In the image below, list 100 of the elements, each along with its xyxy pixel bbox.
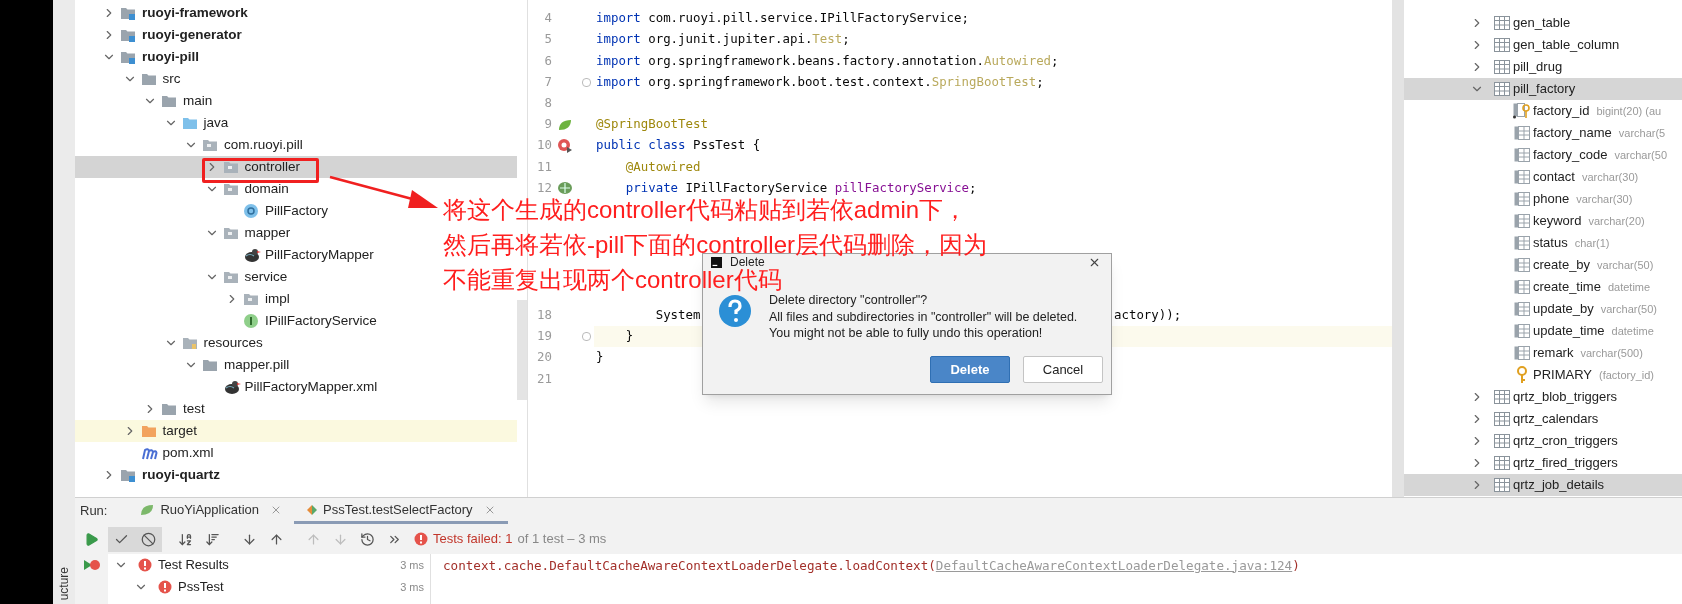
db-tree-item[interactable]: factory_name varchar(5 [1404, 122, 1682, 144]
column-icon [1513, 258, 1530, 272]
test-icon [306, 503, 318, 516]
close-icon[interactable] [1088, 256, 1101, 269]
db-tree-item[interactable]: gen_table_column [1404, 34, 1682, 56]
table-icon [1493, 82, 1510, 96]
tree-item[interactable]: IPillFactoryService [225, 310, 377, 332]
db-tree-item[interactable]: pill_factory [1404, 78, 1682, 100]
tree-item[interactable]: service [204, 266, 288, 288]
code-fragment: actory)); [1114, 305, 1182, 324]
tree-item[interactable]: main [143, 90, 213, 112]
db-tree-item[interactable]: create_by varchar(50) [1404, 254, 1682, 276]
fold-marker[interactable] [581, 77, 591, 87]
column-type: varchar(30) [1581, 169, 1639, 185]
class-icon [243, 203, 259, 219]
tree-item[interactable]: java [163, 112, 229, 134]
bird-icon [243, 247, 261, 263]
tree-item[interactable]: target [122, 420, 198, 442]
tree-item[interactable]: PillFactory [225, 200, 328, 222]
column-icon [1513, 302, 1530, 316]
dialog-title: Delete [730, 257, 765, 268]
column-type: varchar(5 [1618, 125, 1666, 141]
bean-icon[interactable] [557, 181, 573, 196]
tree-item[interactable]: mapper.pill [184, 354, 290, 376]
db-tree-item[interactable]: update_by varchar(50) [1404, 298, 1682, 320]
key-icon [1515, 366, 1528, 384]
run-error-icon[interactable] [557, 137, 573, 154]
column-icon [1513, 170, 1530, 184]
folder-icon [181, 336, 198, 350]
column-type: (factory_id) [1599, 367, 1655, 383]
ban-icon[interactable] [135, 526, 162, 552]
line-number: 18 [536, 305, 552, 324]
scrollbar[interactable] [517, 300, 527, 400]
tree-item[interactable]: ruoyi-quartz [102, 464, 220, 486]
tree-item[interactable]: test [143, 398, 205, 420]
cancel-button[interactable]: Cancel [1023, 356, 1103, 383]
db-tree-item[interactable]: qrtz_calendars [1404, 408, 1682, 430]
dialog-message: All files and subdirectories in "controller" will be deleted. [769, 308, 1078, 325]
maven-icon [140, 446, 159, 460]
db-tree-item[interactable]: PRIMARY (factory_id) [1404, 364, 1682, 386]
structure-tab[interactable]: ucture [55, 566, 73, 600]
db-tree-item[interactable]: contact varchar(30) [1404, 166, 1682, 188]
folder-icon [120, 50, 136, 64]
leaf-icon[interactable] [557, 117, 573, 132]
db-tree-item[interactable]: remark varchar(500) [1404, 342, 1682, 364]
table-icon [1493, 60, 1510, 74]
bird-icon [222, 379, 241, 395]
key-column-icon [1512, 103, 1531, 119]
db-tree-item[interactable]: keyword varchar(20) [1404, 210, 1682, 232]
tree-item[interactable]: pom.xml [122, 442, 214, 464]
db-tree-item[interactable]: update_time datetime [1404, 320, 1682, 342]
test-tree-item[interactable]: PssTest 3 ms [108, 576, 430, 598]
line-number: 12 [536, 178, 552, 197]
tree-item[interactable]: PillFactoryMapper [225, 244, 374, 266]
code-line: import org.junit.jupiter.api.Test; [595, 30, 851, 49]
db-tree-item[interactable]: qrtz_fired_triggers [1404, 452, 1682, 474]
column-icon [1513, 236, 1530, 250]
line-number: 7 [543, 72, 552, 91]
db-tree-item[interactable]: qrtz_job_details [1404, 474, 1682, 496]
column-type: varchar(50) [1600, 301, 1657, 317]
test-tree-item[interactable]: Test Results 3 ms [108, 554, 430, 576]
tree-item[interactable]: PillFactoryMapper.xml [204, 376, 378, 398]
db-tree-item[interactable]: pill_drug [1404, 56, 1682, 78]
db-tree-item[interactable]: gen_table [1404, 12, 1682, 34]
tree-item[interactable]: ruoyi-framework [102, 2, 248, 24]
db-tree-item[interactable]: qrtz_cron_triggers [1404, 430, 1682, 452]
db-tree-item[interactable]: phone varchar(30) [1404, 188, 1682, 210]
tree-item[interactable]: src [122, 68, 181, 90]
tree-item[interactable]: com.ruoyi.pill [184, 134, 303, 156]
db-tree-item[interactable]: status char(1) [1404, 232, 1682, 254]
db-tree-item[interactable]: qrtz_blob_triggers [1404, 386, 1682, 408]
folder-icon [120, 28, 136, 42]
run-tab[interactable]: PssTest.testSelectFactory [294, 498, 508, 524]
tree-item[interactable]: mapper [204, 222, 291, 244]
tree-item[interactable]: ruoyi-pill [102, 46, 199, 68]
column-icon [1513, 148, 1530, 162]
run-tab[interactable]: RuoYiApplication [127, 498, 294, 524]
tree-item[interactable]: domain [204, 178, 289, 200]
check-icon[interactable] [108, 526, 135, 552]
tree-item[interactable]: impl [225, 288, 290, 310]
db-tree-item[interactable]: factory_code varchar(50 [1404, 144, 1682, 166]
db-tree-item[interactable]: create_time datetime [1404, 276, 1682, 298]
tree-item[interactable]: resources [163, 332, 263, 354]
delete-button[interactable]: Delete [930, 356, 1010, 383]
run-icon[interactable] [84, 531, 99, 547]
fold-marker[interactable] [581, 331, 591, 341]
test-status: Tests failed: 1 [433, 530, 513, 549]
tree-item[interactable]: ruoyi-generator [102, 24, 242, 46]
table-icon [1493, 390, 1510, 404]
line-number: 9 [543, 115, 552, 134]
folder-icon [120, 468, 136, 482]
column-icon [1513, 192, 1530, 206]
table-icon [1493, 434, 1510, 448]
db-tree-item[interactable]: factory_id bigint(20) (au [1404, 100, 1682, 122]
line-number: 6 [543, 51, 552, 70]
dialog-message: You might not be able to fully undo this operation! [769, 325, 1044, 342]
folder-icon [222, 160, 239, 174]
column-icon [1513, 346, 1530, 360]
column-type: datetime [1607, 279, 1651, 295]
line-number: 11 [536, 157, 552, 176]
